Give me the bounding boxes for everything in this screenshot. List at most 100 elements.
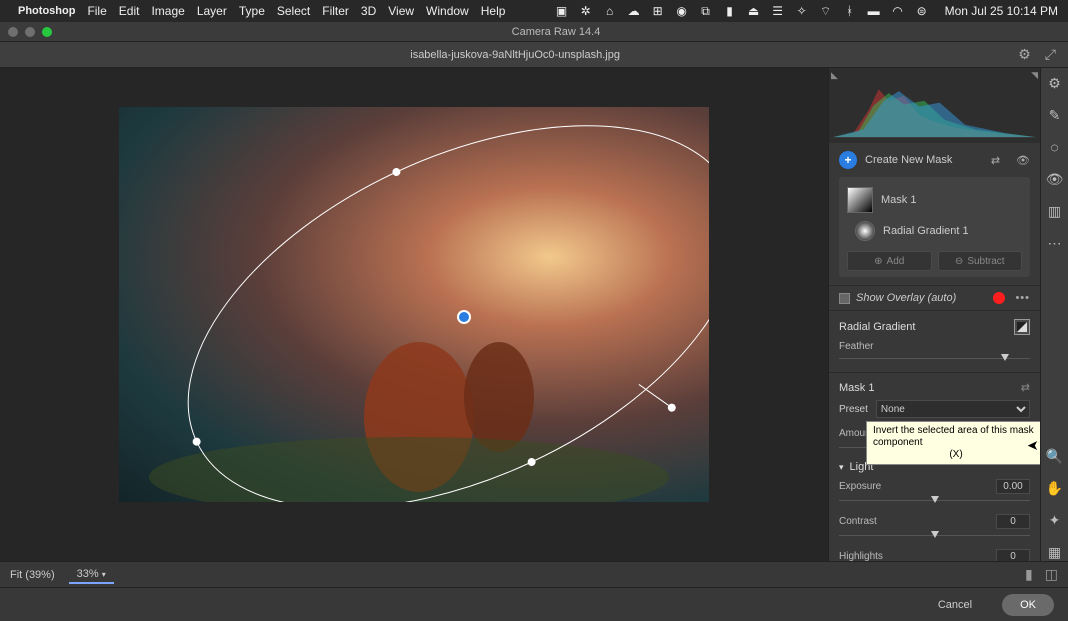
bluetooth-icon[interactable]: ᚼ xyxy=(843,4,857,18)
fit-label[interactable]: Fit (39%) xyxy=(10,569,55,581)
tray-icon[interactable]: ☁ xyxy=(627,4,641,18)
app-name[interactable]: Photoshop xyxy=(18,5,75,17)
mask-component-name: Radial Gradient 1 xyxy=(883,225,969,237)
image-preview[interactable] xyxy=(119,107,709,502)
chevron-down-icon[interactable]: ▾ xyxy=(839,462,844,473)
tray-icon[interactable]: ▮ xyxy=(723,4,737,18)
window-titlebar: Camera Raw 14.4 xyxy=(0,22,1068,42)
menu-3d[interactable]: 3D xyxy=(361,4,376,18)
hand-icon[interactable]: ✋ xyxy=(1046,479,1064,497)
invert-mask-component-button[interactable] xyxy=(1014,319,1030,335)
radial-icon xyxy=(855,221,875,241)
create-mask-button[interactable]: + xyxy=(839,151,857,169)
macos-tray: ▣ ✲ ⌂ ☁ ⊞ ◉ ⧉ ▮ ⏏ ☰ ✧ ⌔ ᚼ ▬ ◠ ⊜ Mon Jul … xyxy=(555,4,1058,18)
close-window[interactable] xyxy=(8,27,18,37)
control-center-icon[interactable]: ⊜ xyxy=(915,4,929,18)
mask-name: Mask 1 xyxy=(881,194,916,206)
masking-icon[interactable]: ◌ xyxy=(1046,138,1064,156)
cursor-icon: ➤ xyxy=(1027,437,1039,454)
menu-file[interactable]: File xyxy=(87,4,106,18)
contrast-label: Contrast xyxy=(839,516,877,527)
feather-slider[interactable] xyxy=(839,354,1030,364)
overlay-options-icon[interactable]: ••• xyxy=(1015,292,1030,304)
histogram[interactable]: ◣ ◥ xyxy=(829,68,1040,143)
reset-mask-icon[interactable]: ⇄ xyxy=(1021,381,1030,394)
fullscreen-icon[interactable]: ⤢ xyxy=(1045,46,1056,63)
clip-highlight-icon[interactable]: ◥ xyxy=(1031,70,1038,81)
battery-icon[interactable]: ▬ xyxy=(867,4,881,18)
tray-icon[interactable]: ⊞ xyxy=(651,4,665,18)
status-bar: Fit (39%) 33% ▾ ▮ ◫ xyxy=(0,561,1068,587)
wifi-icon[interactable]: ◠ xyxy=(891,4,905,18)
menu-view[interactable]: View xyxy=(388,4,414,18)
mask-add-button[interactable]: ⊕Add xyxy=(847,251,932,271)
menu-edit[interactable]: Edit xyxy=(119,4,140,18)
maximize-window[interactable] xyxy=(42,27,52,37)
tray-icon[interactable]: ✧ xyxy=(795,4,809,18)
mask-list: Mask 1 Radial Gradient 1 ⊕Add ⊖Subtract xyxy=(839,177,1030,277)
zoom-icon[interactable]: 🔍 xyxy=(1046,447,1064,465)
visibility-icon[interactable]: 👁 xyxy=(1016,154,1030,167)
mask-thumbnail xyxy=(847,187,873,213)
tray-icon[interactable]: ⌂ xyxy=(603,4,617,18)
menu-window[interactable]: Window xyxy=(426,4,469,18)
more-icon[interactable]: ⋯ xyxy=(1046,234,1064,252)
exposure-slider[interactable] xyxy=(839,496,1030,506)
tray-icon[interactable]: ☰ xyxy=(771,4,785,18)
create-mask-label: Create New Mask xyxy=(865,154,952,166)
mask-subtract-button[interactable]: ⊖Subtract xyxy=(938,251,1023,271)
edit-icon[interactable]: ⚙ xyxy=(1046,74,1064,92)
show-overlay-label: Show Overlay (auto) xyxy=(856,292,956,304)
zoom-select[interactable]: 33% ▾ xyxy=(69,566,114,584)
tray-icon[interactable]: ✲ xyxy=(579,4,593,18)
menu-type[interactable]: Type xyxy=(239,4,265,18)
compare-icon[interactable]: ◫ xyxy=(1045,566,1058,583)
gear-icon[interactable]: ⚙ xyxy=(1018,46,1031,63)
tray-icon[interactable]: ⌔ xyxy=(819,4,833,18)
exposure-value[interactable]: 0.00 xyxy=(996,479,1030,494)
dialog-button-bar: Cancel OK xyxy=(0,587,1068,621)
radial-section-title: Radial Gradient xyxy=(839,321,915,333)
document-filename: isabella-juskova-9aNltHjuOc0-unsplash.jp… xyxy=(12,49,1018,61)
highlights-value[interactable]: 0 xyxy=(996,549,1030,561)
invert-mask-icon[interactable]: ⇄ xyxy=(991,154,1000,167)
menu-help[interactable]: Help xyxy=(481,4,506,18)
tray-icon[interactable]: ▣ xyxy=(555,4,569,18)
tool-strip: ⚙ ✎ ◌ 👁 ▥ ⋯ 🔍 ✋ ✦ ▦ xyxy=(1040,68,1068,561)
feather-label: Feather xyxy=(839,341,873,352)
window-title: Camera Raw 14.4 xyxy=(52,26,1060,38)
presets-icon[interactable]: ▥ xyxy=(1046,202,1064,220)
crop-icon[interactable]: ✎ xyxy=(1046,106,1064,124)
menu-filter[interactable]: Filter xyxy=(322,4,349,18)
preset-label: Preset xyxy=(839,404,868,415)
adjustments-panel: ◣ ◥ + Create New Mask ⇄ 👁 Mask 1 xyxy=(828,68,1040,561)
clip-shadow-icon[interactable]: ◣ xyxy=(831,70,838,81)
mask-component-item[interactable]: Radial Gradient 1 xyxy=(847,217,1022,245)
show-overlay-checkbox[interactable] xyxy=(839,293,850,304)
menu-select[interactable]: Select xyxy=(277,4,310,18)
contrast-slider[interactable] xyxy=(839,531,1030,541)
grid-icon[interactable]: ▦ xyxy=(1046,543,1064,561)
filmstrip-icon[interactable]: ▮ xyxy=(1025,566,1033,583)
preset-select[interactable]: None xyxy=(876,400,1030,418)
contrast-value[interactable]: 0 xyxy=(996,514,1030,529)
mask-edit-title: Mask 1 xyxy=(839,382,874,394)
mask-item[interactable]: Mask 1 xyxy=(847,183,1022,217)
traffic-lights xyxy=(8,27,52,37)
minimize-window[interactable] xyxy=(25,27,35,37)
cancel-button[interactable]: Cancel xyxy=(920,594,990,616)
sampler-icon[interactable]: ✦ xyxy=(1046,511,1064,529)
exposure-label: Exposure xyxy=(839,481,881,492)
redeye-icon[interactable]: 👁 xyxy=(1046,170,1064,188)
tray-icon[interactable]: ⧉ xyxy=(699,4,713,18)
highlights-label: Highlights xyxy=(839,551,883,561)
menu-layer[interactable]: Layer xyxy=(197,4,227,18)
clock[interactable]: Mon Jul 25 10:14 PM xyxy=(945,4,1058,18)
ok-button[interactable]: OK xyxy=(1002,594,1054,616)
tray-icon[interactable]: ⏏ xyxy=(747,4,761,18)
tray-icon[interactable]: ◉ xyxy=(675,4,689,18)
overlay-color-swatch[interactable] xyxy=(993,292,1005,304)
canvas-area[interactable] xyxy=(0,68,828,561)
menu-image[interactable]: Image xyxy=(151,4,184,18)
document-bar: isabella-juskova-9aNltHjuOc0-unsplash.jp… xyxy=(0,42,1068,68)
